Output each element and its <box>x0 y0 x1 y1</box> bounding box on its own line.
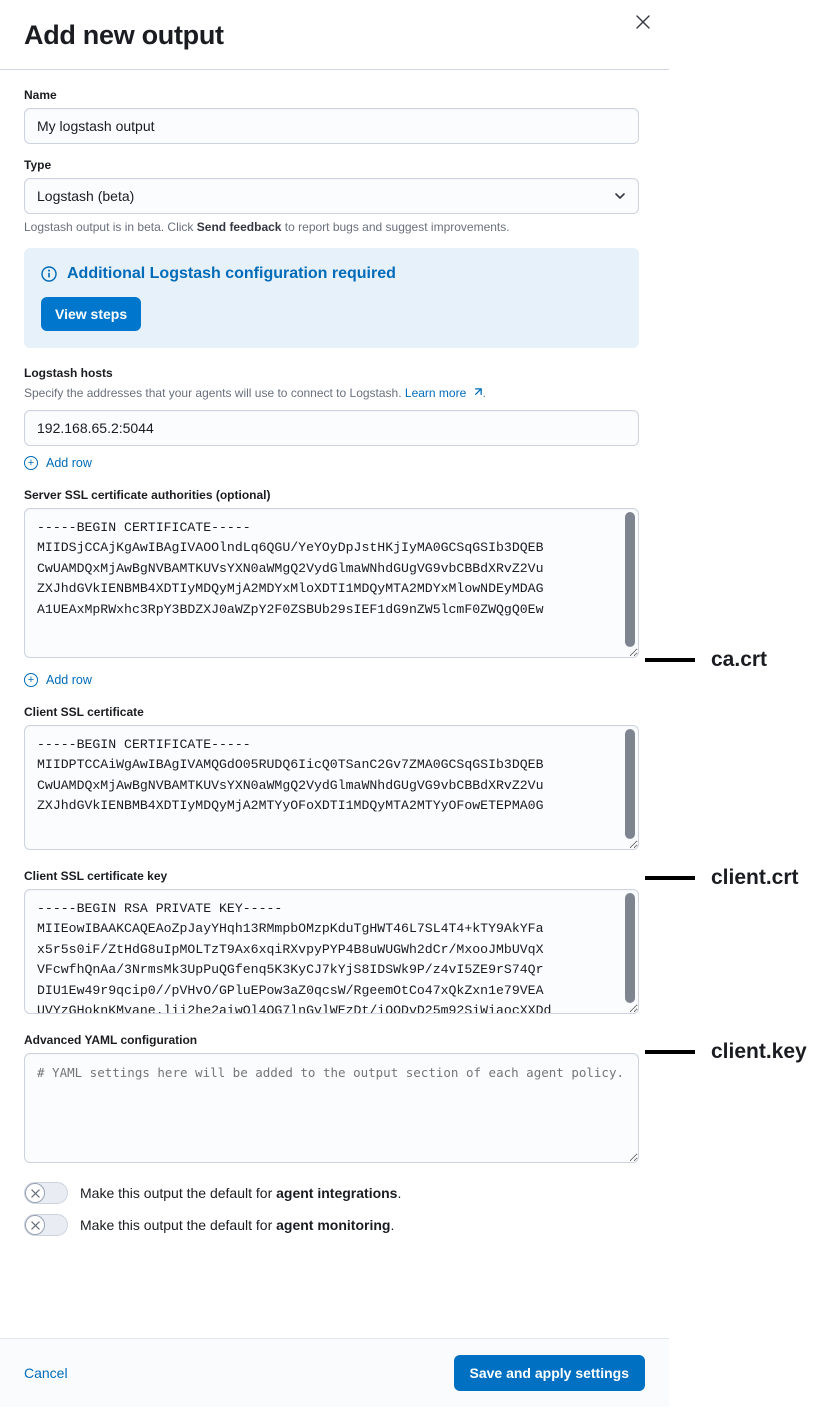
send-feedback-link[interactable]: Send feedback <box>197 220 282 234</box>
add-row-label: Add row <box>46 673 92 687</box>
external-link-icon <box>472 387 483 398</box>
hosts-desc-text: Specify the addresses that your agents w… <box>24 386 405 400</box>
annotation-cert: client.crt <box>645 866 799 890</box>
cancel-button[interactable]: Cancel <box>24 1365 68 1381</box>
info-icon <box>41 266 57 282</box>
annotation-ca: ca.crt <box>645 648 767 672</box>
add-output-flyout: Add new output Name Type Logstash (beta)… <box>0 0 669 1407</box>
type-help-suffix: to report bugs and suggest improvements. <box>281 220 509 234</box>
name-label: Name <box>24 88 639 102</box>
logstash-config-callout: Additional Logstash configuration requir… <box>24 248 639 348</box>
toggle-label-monitoring: Make this output the default for agent m… <box>80 1217 394 1233</box>
annotation-label: client.crt <box>711 866 799 890</box>
plus-circle-icon: + <box>24 456 38 470</box>
arrow-icon <box>645 658 695 662</box>
view-steps-button[interactable]: View steps <box>41 297 141 331</box>
ssl-ca-textarea[interactable] <box>24 508 639 658</box>
hosts-input[interactable] <box>24 410 639 446</box>
yaml-textarea[interactable] <box>24 1053 639 1163</box>
hosts-label: Logstash hosts <box>24 366 639 380</box>
ssl-ca-label: Server SSL certificate authorities (opti… <box>24 488 639 502</box>
period: . <box>483 386 486 400</box>
callout-title: Additional Logstash configuration requir… <box>67 265 396 283</box>
flyout-footer: Cancel Save and apply settings <box>0 1338 669 1407</box>
type-help-prefix: Logstash output is in beta. Click <box>24 220 197 234</box>
annotation-key: client.key <box>645 1040 807 1064</box>
save-button[interactable]: Save and apply settings <box>454 1355 646 1391</box>
flyout-body: Name Type Logstash (beta) Logstash outpu… <box>0 70 669 1338</box>
flyout-header: Add new output <box>0 0 669 69</box>
name-input[interactable] <box>24 108 639 144</box>
toggle-knob <box>25 1183 45 1203</box>
ssl-cert-label: Client SSL certificate <box>24 705 639 719</box>
page-title: Add new output <box>24 20 645 51</box>
type-help: Logstash output is in beta. Click Send f… <box>24 220 639 234</box>
arrow-icon <box>645 1050 695 1054</box>
close-icon <box>636 15 650 29</box>
toggle-knob <box>25 1215 45 1235</box>
default-monitoring-toggle[interactable] <box>24 1214 68 1236</box>
type-select[interactable]: Logstash (beta) <box>24 178 639 214</box>
default-integrations-toggle[interactable] <box>24 1182 68 1204</box>
type-label: Type <box>24 158 639 172</box>
annotation-label: ca.crt <box>711 648 767 672</box>
close-icon <box>31 1189 40 1198</box>
learn-more-link[interactable]: Learn more <box>405 386 483 400</box>
arrow-icon <box>645 876 695 880</box>
toggle-label-integrations: Make this output the default for agent i… <box>80 1185 401 1201</box>
ssl-ca-add-row-button[interactable]: + Add row <box>24 673 639 687</box>
close-icon <box>31 1221 40 1230</box>
ssl-key-label: Client SSL certificate key <box>24 869 639 883</box>
yaml-label: Advanced YAML configuration <box>24 1033 639 1047</box>
add-row-label: Add row <box>46 456 92 470</box>
ssl-cert-textarea[interactable] <box>24 725 639 850</box>
hosts-add-row-button[interactable]: + Add row <box>24 456 639 470</box>
plus-circle-icon: + <box>24 673 38 687</box>
annotation-label: client.key <box>711 1040 807 1064</box>
close-button[interactable] <box>631 10 655 34</box>
ssl-key-textarea[interactable] <box>24 889 639 1014</box>
hosts-desc: Specify the addresses that your agents w… <box>24 386 639 400</box>
